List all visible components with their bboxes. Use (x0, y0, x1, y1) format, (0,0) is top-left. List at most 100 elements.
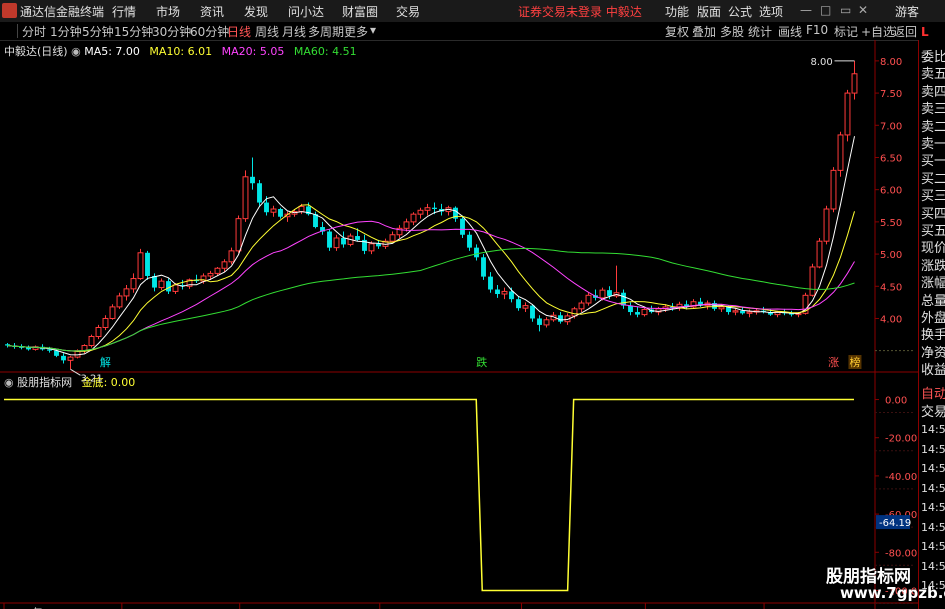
quote-panel-label: 14:56 (921, 423, 945, 436)
guest-label[interactable]: 游客 (895, 3, 919, 20)
candle-down (537, 318, 542, 325)
candle-up (417, 209, 424, 215)
candle-up (543, 319, 550, 326)
candle-down (467, 234, 472, 248)
minimize-icon[interactable]: — (800, 3, 812, 17)
candle-up (851, 73, 858, 94)
candle-up (816, 240, 823, 268)
candle-up (333, 237, 340, 249)
candle-down (530, 305, 535, 319)
candle-down (460, 218, 465, 235)
tool-f10-button[interactable]: F10 (806, 23, 828, 37)
menu-market[interactable]: 市场 (156, 3, 180, 20)
period-tab-15min[interactable]: 15分钟 (114, 23, 153, 40)
candle-up (228, 250, 235, 263)
indicator-tick-label: -40.00 (885, 472, 917, 483)
menu-wealth-circle[interactable]: 财富圈 (342, 3, 378, 20)
tool-overlay-button[interactable]: 叠加 (692, 23, 716, 40)
signal-die: 跌 (476, 355, 487, 369)
quote-panel-label: 14:56 (921, 540, 945, 553)
candle-up (424, 207, 431, 211)
candle-up (158, 280, 165, 289)
indicator-tick-label: -20.00 (885, 434, 917, 445)
period-tab-30min[interactable]: 30分钟 (152, 23, 191, 40)
kline-chart[interactable]: 4.00 4.50 5.00 5.50 6.00 6.50 7.00 7.50 8.00 0.0… (0, 40, 918, 609)
period-tab-multi[interactable]: 多周期 (308, 23, 344, 40)
period-tab-more[interactable]: 更多 (344, 23, 368, 40)
quote-panel-label: 14:56 (921, 442, 945, 456)
chevron-down-icon[interactable]: ▾ (370, 23, 376, 37)
candle-down (495, 289, 500, 295)
trade-login-notice[interactable]: 证券交易未登录 中毅达 (518, 3, 642, 20)
indicator-tick-label: 0.00 (885, 396, 907, 407)
period-tab-daily[interactable]: 日线 (227, 23, 251, 40)
period-tab-60min[interactable]: 60分钟 (190, 23, 229, 40)
main-price-axis: 4.00 4.50 5.00 5.50 6.00 6.50 7.00 7.50 8.00 (0, 40, 918, 609)
period-tab-5min[interactable]: 5分钟 (82, 23, 114, 40)
candle-down (145, 252, 150, 276)
tool-adjust-button[interactable]: 复权 (665, 23, 689, 40)
candle-down (635, 312, 640, 315)
tool-back-button[interactable]: 返回 (893, 23, 917, 40)
menu-trade[interactable]: 交易 (396, 3, 420, 20)
tool-mark-button[interactable]: 标记 (834, 23, 858, 40)
app-title: 通达信金融终端 (20, 5, 105, 19)
candle-up (130, 278, 137, 290)
candle-down (621, 292, 626, 306)
candle-down (341, 237, 346, 245)
ma5-line (7, 136, 855, 356)
candle-down (166, 281, 171, 292)
top-menu-bar: 通达信金融终端 行情 市场 资讯 发现 问小达 财富圈 交易 证券交易未登录 中… (0, 0, 945, 23)
quote-panel-label: 卖三 (921, 102, 945, 118)
period-toolbar: 分时 1分钟 5分钟 15分钟 30分钟 60分钟 日线 周线 月线 多周期 更… (0, 22, 945, 41)
candle-down (628, 305, 633, 313)
menu-formula[interactable]: 公式 (728, 3, 752, 20)
menu-options[interactable]: 选项 (759, 3, 783, 20)
period-tab-1min[interactable]: 1分钟 (50, 23, 82, 40)
quote-panel-label[interactable]: 自动 (921, 383, 945, 402)
tool-draw-button[interactable]: 画线 (778, 23, 802, 40)
menu-xiaoda[interactable]: 问小达 (288, 3, 324, 20)
price-tick-label: 5.50 (880, 218, 902, 229)
candle-down (264, 202, 269, 213)
menu-layout[interactable]: 版面 (697, 3, 721, 20)
tool-stats-button[interactable]: 统计 (748, 23, 772, 40)
tool-multi-stock-button[interactable]: 多股 (720, 23, 744, 40)
candle-up (67, 356, 74, 361)
candle-up (641, 308, 648, 316)
candle-up (501, 290, 508, 295)
maximize-icon[interactable]: □ (820, 3, 831, 17)
candle-down (355, 236, 360, 240)
quote-panel-label: 买五 (921, 224, 945, 239)
indicator-tick-label: -80.00 (885, 548, 917, 559)
candle-down (257, 183, 262, 203)
price-tick-label: 6.50 (880, 153, 902, 164)
indicator-line-group (4, 398, 854, 592)
menu-quotes[interactable]: 行情 (112, 3, 136, 20)
candle-up (214, 267, 221, 274)
tool-add-watchlist-button[interactable]: +自选 (861, 23, 895, 40)
candle-up (823, 208, 830, 242)
close-icon[interactable]: ✕ (858, 3, 868, 17)
candle-up (718, 306, 725, 310)
menu-discover[interactable]: 发现 (244, 3, 268, 20)
quote-panel-label: 买二 (921, 171, 945, 187)
period-tab-monthly[interactable]: 月线 (282, 23, 306, 40)
price-tick-label: 7.00 (880, 121, 902, 132)
price-tick-label: 5.00 (880, 250, 902, 261)
candle-down (740, 310, 745, 314)
candle-up (109, 306, 116, 319)
quote-panel-label: 14:56 (921, 481, 945, 495)
quote-panel-label: 14:56 (921, 462, 945, 475)
period-tab-intraday[interactable]: 分时 (22, 23, 46, 40)
restore-icon[interactable]: ▭ (840, 3, 851, 17)
quote-panel-label: 卖一 (921, 137, 945, 152)
candle-down (327, 231, 332, 248)
candle-up (571, 308, 578, 317)
period-tab-weekly[interactable]: 周线 (255, 23, 279, 40)
menu-news[interactable]: 资讯 (200, 3, 224, 20)
toolbar-divider (17, 24, 18, 38)
candle-down (152, 275, 157, 288)
menu-function[interactable]: 功能 (665, 3, 689, 20)
time-axis: 2024年101112123 (3, 603, 773, 609)
